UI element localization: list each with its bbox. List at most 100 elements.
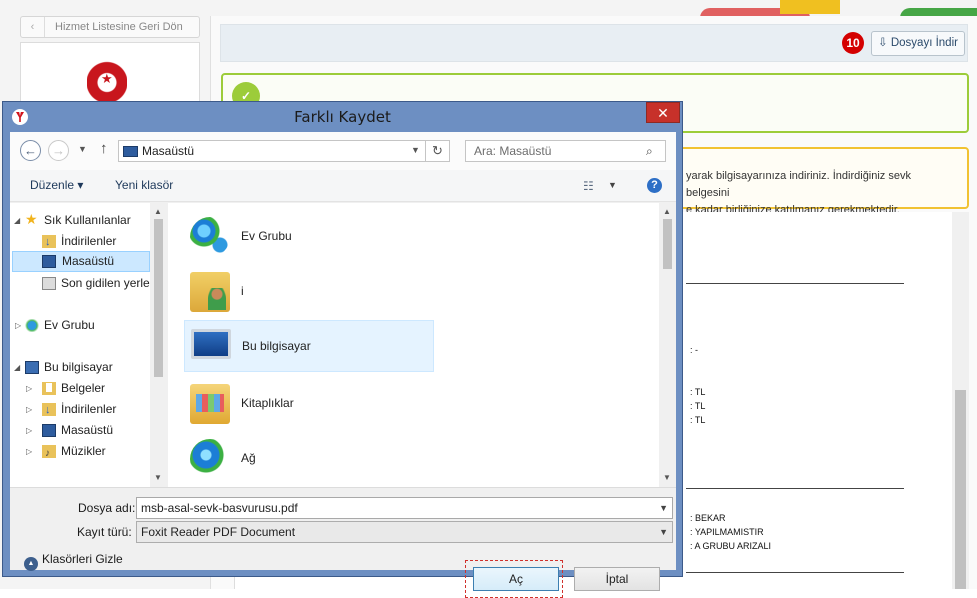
list-item-homegroup[interactable]: Ev Grubu (184, 211, 434, 263)
expand-triangle-icon[interactable]: ▷ (26, 420, 32, 441)
step-badge: 10 (842, 32, 864, 54)
list-item-network[interactable]: Ağ (184, 433, 434, 487)
field-value: : TL (690, 387, 706, 397)
search-placeholder: Ara: Masaüstü (474, 144, 552, 158)
navigation-bar: ← → ▼ ↑ Masaüstü ▼ ↻ Ara: Masaüstü ⌕ (10, 132, 676, 170)
tree-item-this-pc[interactable]: ◢ Bu bilgisayar (10, 357, 150, 378)
search-icon: ⌕ (646, 144, 653, 158)
recent-places-icon (42, 277, 56, 290)
tree-item-downloads[interactable]: İndirilenler (10, 231, 150, 253)
divider (686, 572, 904, 573)
scroll-down-icon[interactable]: ▼ (663, 473, 671, 482)
tree-item-homegroup[interactable]: ▷ Ev Grubu (10, 315, 150, 336)
forward-arrow-icon[interactable]: → (48, 140, 69, 161)
refresh-icon[interactable]: ↻ (426, 140, 450, 162)
computer-icon (25, 361, 39, 374)
expand-triangle-icon[interactable]: ▷ (15, 315, 21, 336)
expand-triangle-icon[interactable]: ▷ (26, 441, 32, 462)
tree-item-recent-places[interactable]: Son gidilen yerler (10, 273, 150, 294)
file-list-pane: Ev Grubu i Bu bilgisayar Kitaplıklar Ağ … (168, 203, 676, 487)
file-list-scrollbar[interactable]: ▲ ▼ (659, 203, 676, 487)
list-item-user-folder[interactable]: i (184, 266, 434, 318)
homegroup-icon (25, 319, 39, 332)
downloads-folder-icon (42, 400, 56, 421)
computer-icon (191, 329, 231, 359)
music-folder-icon (42, 443, 56, 464)
close-button[interactable]: ✕ (646, 102, 680, 123)
up-arrow-icon[interactable]: ↑ (100, 140, 108, 157)
libraries-icon (190, 384, 230, 424)
network-icon (190, 439, 230, 479)
dialog-title: Farklı Kaydet (294, 108, 391, 126)
back-arrow-icon[interactable]: ← (20, 140, 41, 161)
star-icon: ★ (101, 71, 113, 86)
homegroup-icon (190, 217, 230, 257)
chevron-down-icon[interactable]: ▼ (411, 145, 420, 155)
tree-item-favorites[interactable]: ◢ ★ Sık Kullanılanlar (10, 210, 150, 231)
scrollbar-thumb[interactable] (154, 219, 163, 377)
hide-folders-button[interactable]: ▲ Klasörleri Gizle (24, 552, 123, 571)
divider (686, 488, 904, 489)
chevron-up-icon: ▲ (24, 557, 38, 571)
scrollbar-thumb[interactable] (955, 390, 966, 589)
navigation-scrollbar[interactable]: ▲ ▼ (150, 203, 167, 487)
field-value: : TL (690, 415, 706, 425)
file-type-label: Kayıt türü: (77, 525, 132, 539)
dialog-body: ← → ▼ ↑ Masaüstü ▼ ↻ Ara: Masaüstü ⌕ Düz… (10, 132, 676, 598)
search-input[interactable]: Ara: Masaüstü ⌕ (465, 140, 666, 162)
user-folder-icon (190, 272, 230, 312)
desktop-icon (42, 424, 56, 437)
field-value: : BEKAR (690, 513, 726, 523)
documents-folder-icon (42, 382, 56, 395)
desktop-icon (42, 255, 56, 268)
scroll-up-icon[interactable]: ▲ (154, 207, 162, 216)
cancel-button[interactable]: İptal (574, 567, 660, 591)
tree-item-desktop-pc[interactable]: ▷ Masaüstü (10, 420, 150, 441)
chevron-down-icon[interactable]: ▼ (659, 522, 668, 542)
chevron-down-icon[interactable]: ▼ (608, 180, 617, 190)
new-folder-button[interactable]: Yeni klasör (115, 178, 173, 192)
scroll-up-icon[interactable]: ▲ (663, 207, 671, 216)
divider (686, 283, 904, 284)
list-item-libraries[interactable]: Kitaplıklar (184, 378, 434, 430)
page-scrollbar[interactable] (952, 212, 969, 589)
address-text: Masaüstü (142, 144, 195, 158)
tab-decoration (780, 0, 840, 14)
filename-label: Dosya adı: (78, 501, 136, 515)
desktop-icon (123, 146, 138, 157)
scroll-down-icon[interactable]: ▼ (154, 473, 162, 482)
tree-item-desktop[interactable]: Masaüstü (12, 251, 150, 272)
field-value: : YAPILMAMISTIR (690, 527, 764, 537)
download-file-button[interactable]: ⇩ Dosyayı İndir (871, 31, 965, 56)
scrollbar-thumb[interactable] (663, 219, 672, 269)
expand-triangle-icon[interactable]: ▷ (26, 399, 32, 420)
tree-item-downloads-pc[interactable]: ▷ İndirilenler (10, 399, 150, 421)
organize-button[interactable]: Düzenle ▾ (30, 178, 83, 192)
expand-triangle-icon[interactable]: ◢ (14, 357, 20, 378)
navigation-pane: ◢ ★ Sık Kullanılanlar İndirilenler Masaü… (10, 203, 167, 487)
chevron-down-icon[interactable]: ▼ (659, 498, 668, 518)
field-value: : - (690, 345, 698, 355)
list-item-this-pc[interactable]: Bu bilgisayar (184, 320, 434, 372)
back-to-service-list-button[interactable]: ‹ Hizmet Listesine Geri Dön (20, 16, 200, 38)
file-type-select[interactable]: Foxit Reader PDF Document ▼ (136, 521, 673, 543)
chevron-left-icon: ‹ (21, 17, 45, 37)
star-icon: ★ (25, 211, 38, 227)
field-value: : A GRUBU ARIZALI (690, 541, 772, 551)
filename-input[interactable]: msb-asal-sevk-basvurusu.pdf ▼ (136, 497, 673, 519)
command-toolbar: Düzenle ▾ Yeni klasör ☷ ▼ ? (10, 170, 676, 202)
recent-locations-dropdown-icon[interactable]: ▼ (78, 144, 87, 154)
change-view-icon[interactable]: ☷ (583, 179, 594, 193)
help-icon[interactable]: ? (647, 178, 662, 193)
tree-item-documents[interactable]: ▷ Belgeler (10, 378, 150, 399)
dialog-titlebar[interactable]: Farklı Kaydet ✕ (3, 102, 682, 132)
downloads-folder-icon (42, 232, 56, 253)
expand-triangle-icon[interactable]: ◢ (14, 210, 20, 231)
save-form: Dosya adı: msb-asal-sevk-basvurusu.pdf ▼… (10, 487, 676, 598)
field-value: : TL (690, 401, 706, 411)
tree-item-music[interactable]: ▷ Müzikler (10, 441, 150, 464)
expand-triangle-icon[interactable]: ▷ (26, 378, 32, 399)
open-button[interactable]: Aç (473, 567, 559, 591)
address-bar[interactable]: Masaüstü ▼ (118, 140, 426, 162)
save-as-dialog: Farklı Kaydet ✕ ← → ▼ ↑ Masaüstü ▼ ↻ Ara… (2, 101, 683, 598)
